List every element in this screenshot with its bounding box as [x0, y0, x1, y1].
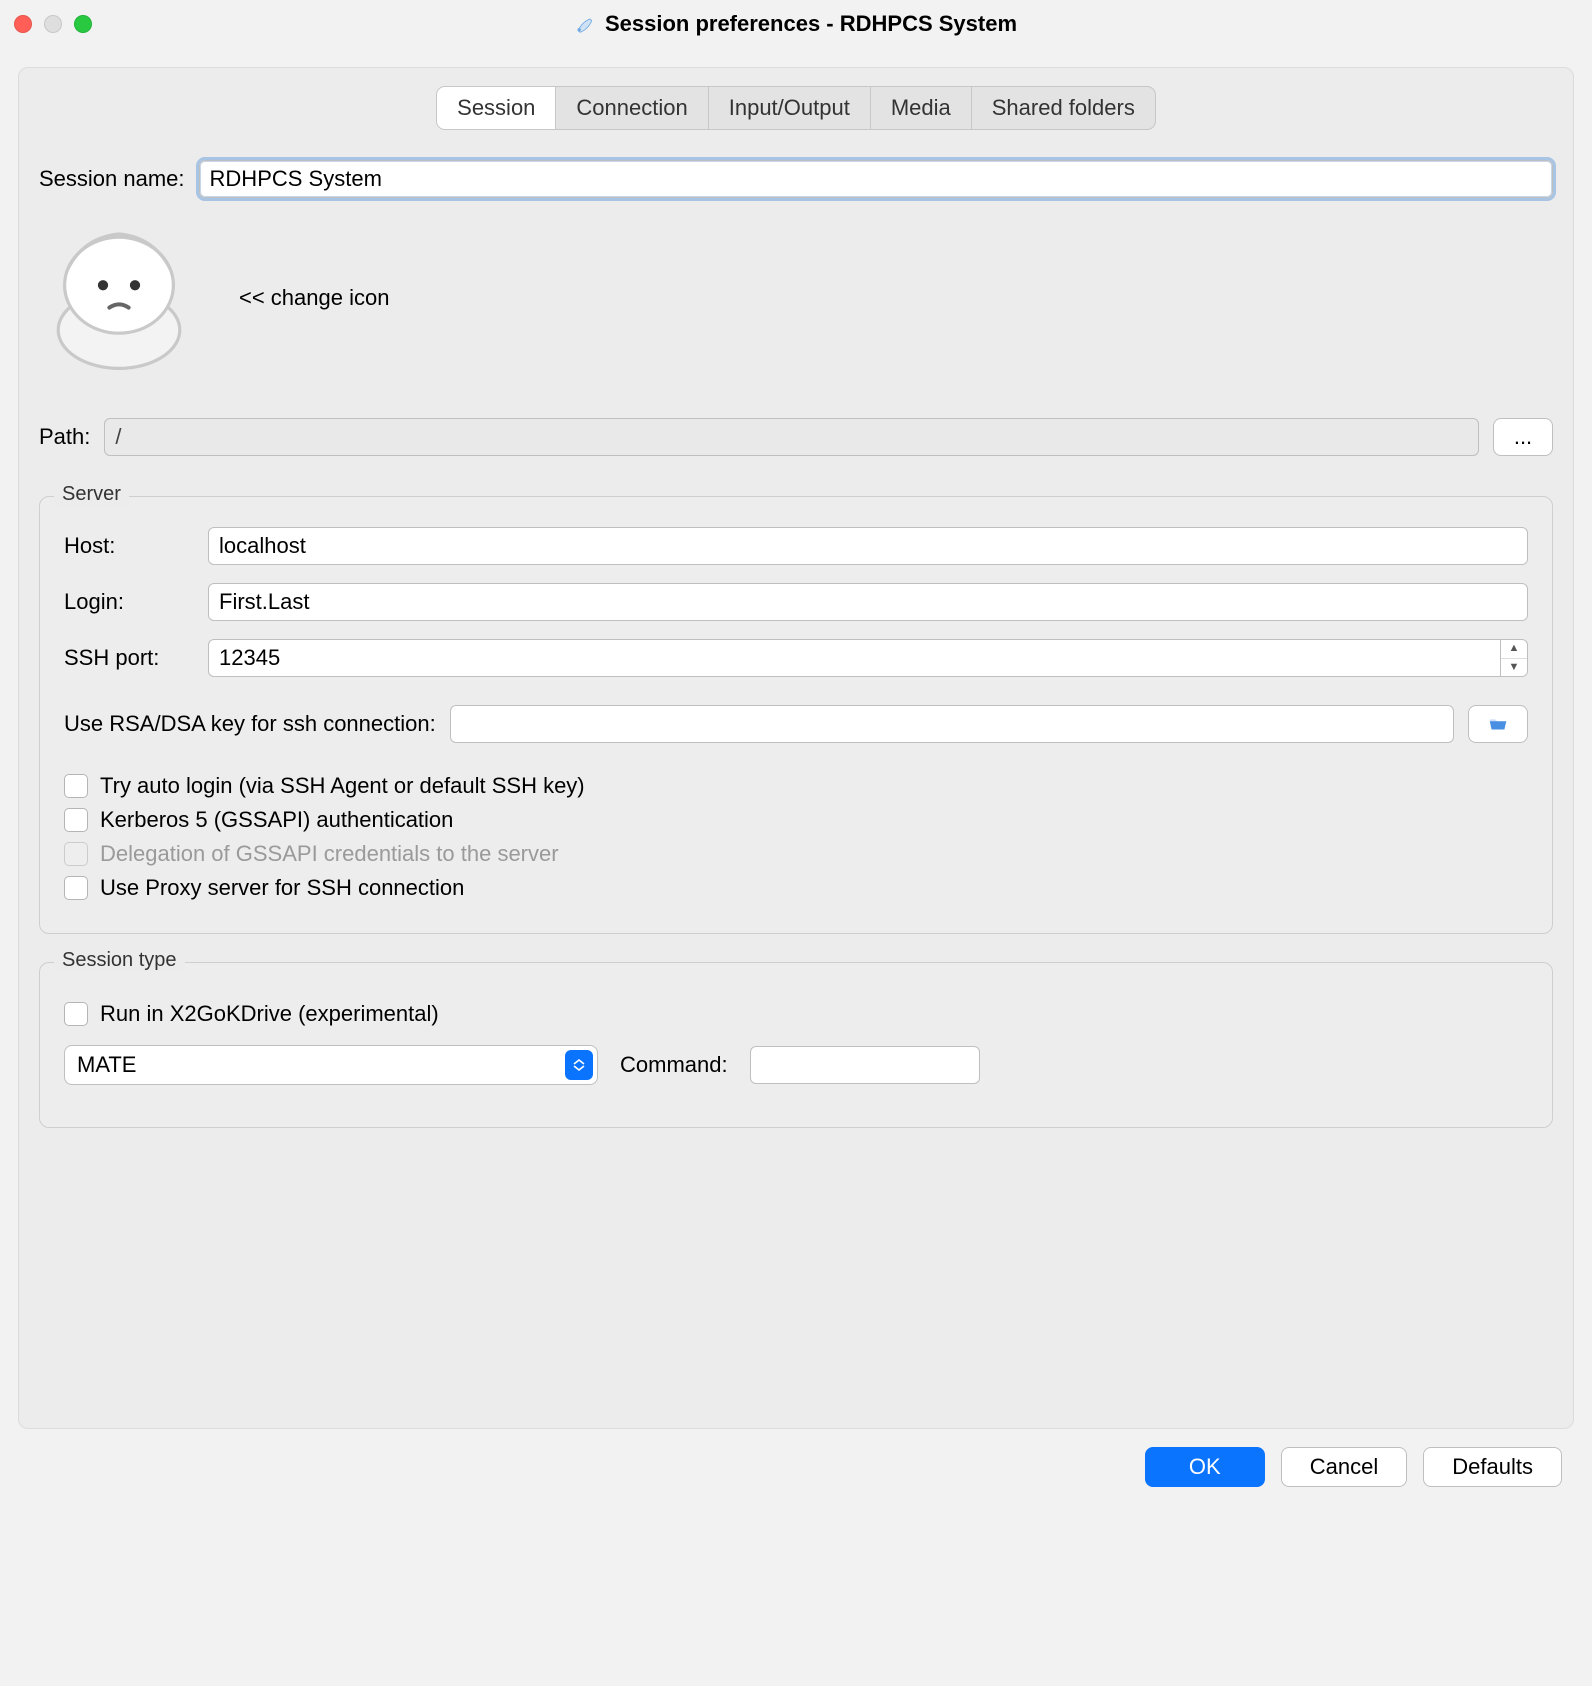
minimize-window-button — [44, 15, 62, 33]
tabset: Session Connection Input/Output Media Sh… — [436, 86, 1156, 130]
command-input[interactable] — [750, 1046, 980, 1084]
defaults-button[interactable]: Defaults — [1423, 1447, 1562, 1487]
check-x2go-kdrive-label: Run in X2GoKDrive (experimental) — [100, 1001, 439, 1027]
close-window-button[interactable] — [14, 15, 32, 33]
ssh-port-spinner: ▲ ▼ — [208, 639, 1528, 677]
checkbox-icon — [64, 1002, 88, 1026]
path-value: / — [104, 418, 1479, 456]
server-group: Server Host: Login: SSH port: ▲ ▼ — [39, 496, 1553, 934]
rsa-key-label: Use RSA/DSA key for ssh connection: — [64, 711, 436, 737]
session-type-select[interactable]: MATE — [64, 1045, 598, 1085]
window-title: Session preferences - RDHPCS System — [605, 11, 1017, 37]
check-x2go-kdrive[interactable]: Run in X2GoKDrive (experimental) — [64, 1001, 1528, 1027]
server-group-title: Server — [54, 483, 129, 506]
check-kerberos[interactable]: Kerberos 5 (GSSAPI) authentication — [64, 807, 1528, 833]
ssh-port-step-down[interactable]: ▼ — [1501, 659, 1527, 677]
host-input[interactable] — [208, 527, 1528, 565]
session-name-label: Session name: — [39, 166, 185, 192]
session-type-group: Session type Run in X2GoKDrive (experime… — [39, 962, 1553, 1128]
ssh-port-step-up[interactable]: ▲ — [1501, 640, 1527, 659]
session-name-row: Session name: — [39, 160, 1553, 198]
command-label: Command: — [620, 1052, 728, 1078]
check-proxy-label: Use Proxy server for SSH connection — [100, 875, 464, 901]
zoom-window-button[interactable] — [74, 15, 92, 33]
ssh-port-label: SSH port: — [64, 645, 194, 671]
tabset-container: Session Connection Input/Output Media Sh… — [39, 86, 1553, 130]
check-proxy[interactable]: Use Proxy server for SSH connection — [64, 875, 1528, 901]
session-type-select-value: MATE — [77, 1052, 136, 1078]
session-icon-row: << change icon — [39, 218, 1553, 378]
traffic-lights — [14, 15, 92, 33]
ok-button[interactable]: OK — [1145, 1447, 1265, 1487]
check-kerberos-label: Kerberos 5 (GSSAPI) authentication — [100, 807, 453, 833]
checkbox-icon — [64, 808, 88, 832]
change-icon-hint: << change icon — [239, 285, 389, 311]
login-input[interactable] — [208, 583, 1528, 621]
check-auto-login[interactable]: Try auto login (via SSH Agent or default… — [64, 773, 1528, 799]
path-browse-button[interactable]: ... — [1493, 418, 1553, 456]
button-bar: OK Cancel Defaults — [0, 1447, 1592, 1517]
window: Session preferences - RDHPCS System Sess… — [0, 0, 1592, 1517]
titlebar: Session preferences - RDHPCS System — [0, 0, 1592, 49]
path-row: Path: / ... — [39, 418, 1553, 456]
tab-session[interactable]: Session — [437, 87, 555, 129]
check-delegation-label: Delegation of GSSAPI credentials to the … — [100, 841, 559, 867]
checkbox-icon — [64, 774, 88, 798]
tab-connection[interactable]: Connection — [555, 87, 707, 129]
tab-input-output[interactable]: Input/Output — [708, 87, 870, 129]
check-delegation: Delegation of GSSAPI credentials to the … — [64, 841, 1528, 867]
folder-open-icon — [1487, 713, 1509, 735]
host-label: Host: — [64, 533, 194, 559]
preferences-icon — [575, 14, 595, 34]
checkbox-icon — [64, 876, 88, 900]
session-type-group-title: Session type — [54, 949, 185, 972]
ssh-port-input[interactable] — [208, 639, 1500, 677]
rsa-key-input[interactable] — [450, 705, 1454, 743]
checkbox-icon — [64, 842, 88, 866]
rsa-key-browse-button[interactable] — [1468, 705, 1528, 743]
session-icon[interactable] — [39, 218, 199, 378]
tab-media[interactable]: Media — [870, 87, 971, 129]
main-panel: Session Connection Input/Output Media Sh… — [18, 67, 1574, 1429]
path-label: Path: — [39, 424, 90, 450]
server-checks: Try auto login (via SSH Agent or default… — [64, 773, 1528, 901]
login-label: Login: — [64, 589, 194, 615]
cancel-button[interactable]: Cancel — [1281, 1447, 1407, 1487]
session-name-input[interactable] — [199, 160, 1553, 198]
tab-shared-folders[interactable]: Shared folders — [971, 87, 1155, 129]
check-auto-login-label: Try auto login (via SSH Agent or default… — [100, 773, 585, 799]
chevron-up-down-icon — [565, 1050, 593, 1080]
